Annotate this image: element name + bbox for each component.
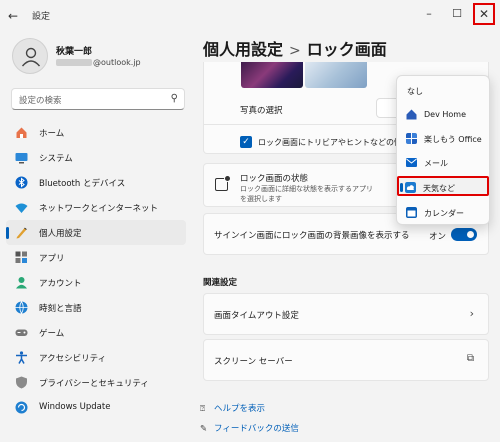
sidebar-item-label: プライバシーとセキュリティ xyxy=(39,379,149,389)
app-title: 設定 xyxy=(32,12,51,22)
breadcrumb-separator: > xyxy=(289,43,301,59)
help-icon: ⍰ xyxy=(200,404,206,414)
dropdown-option-none[interactable]: なし xyxy=(400,81,488,101)
sidebar-item-home[interactable]: ホーム xyxy=(6,120,186,145)
sidebar-item-accounts[interactable]: アカウント xyxy=(6,270,186,295)
pencil-icon xyxy=(16,227,27,239)
dropdown-option-label: メール xyxy=(424,159,448,168)
lock-status-description: ロック画面に詳細な状態を表示するアプリを選択します xyxy=(240,185,373,203)
help-link[interactable]: ⍰ ヘルプを表示 xyxy=(200,402,265,414)
shield-icon xyxy=(16,376,27,389)
sidebar-item-windows-update[interactable]: Windows Update xyxy=(6,395,186,420)
lock-status-app-dropdown: なし Dev Home 楽しもう Office メール 天気など カレンダー xyxy=(396,75,490,225)
close-button[interactable]: ✕ xyxy=(473,3,495,25)
monitor-icon xyxy=(15,153,28,164)
dropdown-option-calendar[interactable]: カレンダー xyxy=(400,203,488,223)
dropdown-option-mail[interactable]: メール xyxy=(400,153,488,173)
recent-image-thumbnail[interactable] xyxy=(305,62,367,88)
search-input[interactable]: 設定の検索 xyxy=(19,94,62,106)
sidebar-item-label: Windows Update xyxy=(39,402,111,412)
dropdown-option-weather[interactable]: 天気など xyxy=(397,176,489,196)
title-bar: ← 設定 – ☐ ✕ xyxy=(0,0,500,30)
gamepad-icon xyxy=(15,329,28,336)
sidebar-item-label: アプリ xyxy=(39,254,65,264)
sidebar-item-label: ネットワークとインターネット xyxy=(39,204,159,214)
update-icon xyxy=(15,401,28,414)
office-icon xyxy=(406,133,417,144)
screen-timeout-row[interactable]: 画面タイムアウト設定 › xyxy=(203,293,489,335)
sidebar-item-system[interactable]: システム xyxy=(6,145,186,170)
feedback-link[interactable]: ✎ フィードバックの送信 xyxy=(200,422,299,434)
sidebar-item-label: アカウント xyxy=(39,279,82,289)
search-box[interactable]: 設定の検索 ⚲ xyxy=(11,88,185,110)
avatar[interactable] xyxy=(12,38,48,74)
dropdown-option-dev-home[interactable]: Dev Home xyxy=(400,105,488,125)
back-button[interactable]: ← xyxy=(8,8,24,24)
sidebar-item-time-language[interactable]: 時刻と言語 xyxy=(6,295,186,320)
external-link-icon: ⧉ xyxy=(466,353,474,364)
recent-image-thumbnail[interactable] xyxy=(241,62,303,88)
sidebar-item-apps[interactable]: アプリ xyxy=(6,245,186,270)
help-link-label: ヘルプを表示 xyxy=(214,404,266,414)
sidebar-item-bluetooth[interactable]: Bluetooth とデバイス xyxy=(6,170,186,195)
user-name: 秋葉一郎 xyxy=(56,47,93,57)
person-icon xyxy=(21,47,41,67)
sidebar-nav: ホーム システム Bluetooth とデバイス ネットワークとインターネット … xyxy=(6,120,186,420)
calendar-icon xyxy=(406,207,417,218)
breadcrumb: 個人用設定 > ロック画面 xyxy=(203,36,387,60)
apps-icon xyxy=(15,251,27,263)
trivia-checkbox[interactable]: ✓ xyxy=(240,136,252,148)
lock-status-icon xyxy=(215,175,231,191)
page-title: ロック画面 xyxy=(306,40,387,59)
trivia-label: ロック画面にトリビアやヒントなどの情報を xyxy=(258,138,400,147)
signin-background-label: サインイン画面にロック画面の背景画像を表示する xyxy=(214,231,410,241)
bluetooth-icon xyxy=(15,176,28,189)
sidebar-item-network[interactable]: ネットワークとインターネット xyxy=(6,195,186,220)
lock-status-title: ロック画面の状態 xyxy=(240,174,309,184)
signin-toggle-state: オン xyxy=(429,232,447,242)
dropdown-option-label: なし xyxy=(407,87,423,96)
dropdown-option-office[interactable]: 楽しもう Office xyxy=(400,129,488,149)
feedback-icon: ✎ xyxy=(200,424,208,434)
user-email-suffix: @outlook.jp xyxy=(93,58,141,67)
screen-timeout-label: 画面タイムアウト設定 xyxy=(214,311,299,321)
sidebar-item-label: 時刻と言語 xyxy=(39,304,82,314)
account-icon xyxy=(16,277,27,289)
sidebar-item-label: Bluetooth とデバイス xyxy=(39,179,126,189)
sidebar-item-label: アクセシビリティ xyxy=(39,354,107,364)
weather-icon xyxy=(405,182,416,193)
related-settings-title: 関連設定 xyxy=(203,278,238,288)
search-icon[interactable]: ⚲ xyxy=(171,93,178,104)
sidebar-item-label: ホーム xyxy=(39,129,65,139)
sidebar-item-privacy[interactable]: プライバシーとセキュリティ xyxy=(6,370,186,395)
sidebar-item-accessibility[interactable]: アクセシビリティ xyxy=(6,345,186,370)
minimize-button[interactable]: – xyxy=(418,4,440,24)
chevron-right-icon: › xyxy=(469,307,474,320)
breadcrumb-parent[interactable]: 個人用設定 xyxy=(203,40,283,59)
dropdown-option-label: 天気など xyxy=(423,184,455,193)
dropdown-option-label: カレンダー xyxy=(424,209,464,218)
sidebar-item-gaming[interactable]: ゲーム xyxy=(6,320,186,345)
signin-background-toggle[interactable] xyxy=(451,228,477,241)
dev-home-icon xyxy=(406,109,417,120)
screensaver-row[interactable]: スクリーン セーバー ⧉ xyxy=(203,339,489,381)
accessibility-icon xyxy=(16,351,27,364)
user-email: @outlook.jp xyxy=(56,58,141,67)
maximize-button[interactable]: ☐ xyxy=(446,4,468,24)
sidebar-item-label: システム xyxy=(39,154,73,164)
feedback-link-label: フィードバックの送信 xyxy=(214,424,299,434)
dropdown-option-label: 楽しもう Office xyxy=(424,135,482,144)
screensaver-label: スクリーン セーバー xyxy=(214,357,293,367)
email-redaction xyxy=(56,59,92,66)
sidebar-item-label: ゲーム xyxy=(39,329,65,339)
mail-icon xyxy=(406,158,417,167)
sidebar-item-personalization[interactable]: 個人用設定 xyxy=(6,220,186,245)
globe-icon xyxy=(15,301,28,314)
sidebar-item-label: 個人用設定 xyxy=(39,229,82,239)
photo-select-label: 写真の選択 xyxy=(240,106,283,116)
wifi-icon xyxy=(15,203,28,213)
home-icon xyxy=(16,127,27,138)
dropdown-option-label: Dev Home xyxy=(424,110,466,119)
